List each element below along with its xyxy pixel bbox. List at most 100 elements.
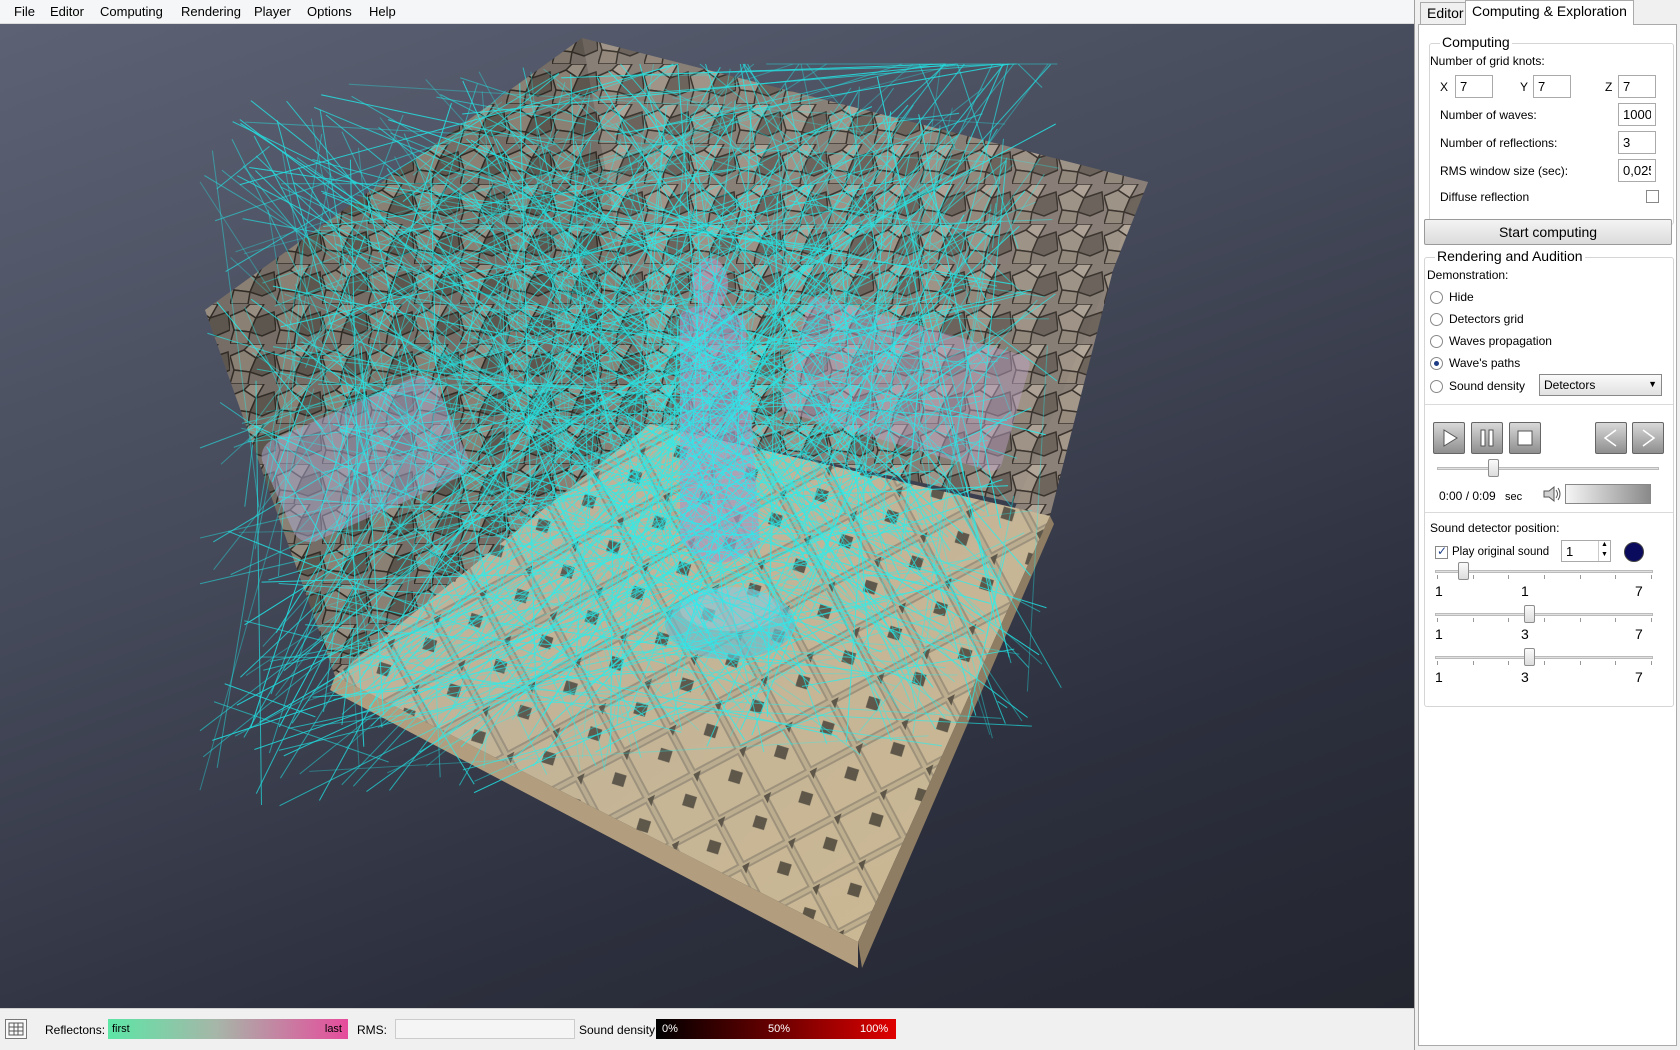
radio-hide[interactable]: [1430, 291, 1443, 304]
previous-icon: [1603, 429, 1617, 447]
radio-waves-paths[interactable]: [1430, 357, 1443, 370]
detector-spin-value: 1: [1566, 544, 1574, 559]
detector-position-label: Sound detector position:: [1430, 521, 1560, 535]
tab-computing-exploration[interactable]: Computing & Exploration: [1465, 0, 1634, 25]
z-label: Z: [1605, 80, 1613, 94]
waves-label: Number of waves:: [1440, 108, 1537, 122]
x-label: X: [1440, 80, 1449, 94]
z-knots-input[interactable]: [1618, 75, 1656, 98]
detector-spinbox[interactable]: 1 ▲ ▼: [1561, 540, 1611, 562]
density-tick-0: 0%: [662, 1023, 678, 1035]
slider-max-label: 7: [1635, 583, 1643, 599]
scene-viewport[interactable]: [0, 24, 1414, 1008]
sound-density-select[interactable]: Detectors: [1539, 374, 1662, 396]
rms-window-label: RMS window size (sec):: [1440, 164, 1569, 178]
status-bar: Reflectons: first last RMS: Sound densit…: [0, 1008, 1414, 1050]
playback-track[interactable]: [1437, 467, 1659, 470]
play-original-checkbox[interactable]: [1435, 544, 1448, 559]
option-waves-propagation-label: Waves propagation: [1449, 334, 1552, 348]
grid-view-icon[interactable]: [5, 1019, 27, 1039]
slider-tick: [1615, 661, 1617, 665]
side-panel: Editor Computing & Exploration Computing…: [1414, 0, 1680, 1050]
axis-slider-track-2[interactable]: [1435, 613, 1653, 616]
axis-slider-thumb-2[interactable]: [1523, 605, 1535, 623]
menu-bar: File Editor Computing Rendering Player O…: [0, 0, 1414, 24]
radio-sound-density[interactable]: [1430, 380, 1443, 393]
spin-down-icon[interactable]: ▼: [1598, 551, 1610, 561]
play-original-label: Play original sound: [1452, 546, 1550, 558]
slider-tick: [1437, 618, 1438, 622]
slider-tick: [1544, 618, 1545, 622]
slider-tick: [1508, 575, 1510, 579]
slider-tick: [1579, 575, 1581, 579]
slider-min-label: 1: [1435, 669, 1443, 685]
menu-file[interactable]: File: [14, 4, 35, 19]
demonstration-label: Demonstration:: [1427, 268, 1509, 282]
pause-button[interactable]: [1471, 422, 1503, 454]
slider-tick: [1472, 661, 1474, 665]
slider-tick: [1579, 618, 1581, 622]
slider-min-label: 1: [1435, 626, 1443, 642]
slider-tick: [1615, 575, 1617, 579]
menu-computing[interactable]: Computing: [100, 4, 163, 19]
waves-input[interactable]: [1618, 103, 1656, 126]
y-knots-input[interactable]: [1533, 75, 1571, 98]
sound-density-select-value: Detectors: [1544, 378, 1596, 392]
menu-rendering[interactable]: Rendering: [181, 4, 241, 19]
slider-tick: [1544, 575, 1545, 579]
reflections-gradient: first last: [108, 1019, 348, 1039]
next-button[interactable]: [1632, 422, 1664, 454]
room-scene: [199, 38, 1148, 968]
x-knots-input[interactable]: [1455, 75, 1493, 98]
spin-up-icon[interactable]: ▲: [1598, 541, 1610, 551]
wave-path: [1017, 63, 1043, 88]
volume-bar[interactable]: [1565, 484, 1651, 504]
slider-tick: [1508, 661, 1510, 665]
slider-value-label: 3: [1521, 626, 1529, 642]
slider-tick: [1651, 618, 1652, 622]
stop-button[interactable]: [1509, 422, 1541, 454]
radio-detectors-grid[interactable]: [1430, 313, 1443, 326]
time-unit: sec: [1505, 491, 1523, 503]
slider-tick: [1508, 618, 1510, 622]
menu-help[interactable]: Help: [369, 4, 396, 19]
speaker-icon[interactable]: [1541, 484, 1563, 504]
detector-color-swatch[interactable]: [1624, 542, 1644, 562]
rms-window-input[interactable]: [1618, 159, 1656, 182]
slider-tick: [1472, 575, 1474, 579]
play-button[interactable]: [1433, 422, 1465, 454]
menu-options[interactable]: Options: [307, 4, 352, 19]
slider-max-label: 7: [1635, 626, 1643, 642]
wave-path: [250, 100, 357, 185]
slider-value-label: 3: [1521, 669, 1529, 685]
time-readout: 0:00 / 0:09: [1439, 489, 1496, 503]
rms-meter: [395, 1019, 575, 1039]
grid-knots-label: Number of grid knots:: [1430, 54, 1545, 68]
density-gradient: 0% 50% 100%: [656, 1019, 896, 1039]
axis-slider-track-3[interactable]: [1435, 656, 1653, 659]
radio-waves-propagation[interactable]: [1430, 335, 1443, 348]
slider-tick: [1472, 618, 1474, 622]
diffuse-label: Diffuse reflection: [1440, 190, 1530, 204]
option-detectors-grid-label: Detectors grid: [1449, 312, 1524, 326]
tab-content: Computing Number of grid knots: X Y Z Nu…: [1418, 24, 1677, 1046]
reflections-input[interactable]: [1618, 131, 1656, 154]
menu-player[interactable]: Player: [254, 4, 291, 19]
menu-editor[interactable]: Editor: [50, 4, 84, 19]
start-computing-button[interactable]: Start computing: [1424, 219, 1672, 245]
slider-tick: [1437, 661, 1438, 665]
playback-thumb[interactable]: [1487, 459, 1499, 477]
wave-path: [216, 145, 270, 190]
previous-button[interactable]: [1595, 422, 1627, 454]
axis-slider-thumb-3[interactable]: [1523, 648, 1535, 666]
slider-tick: [1437, 575, 1438, 579]
computing-group: Computing Number of grid knots: X Y Z Nu…: [1429, 34, 1674, 225]
axis-slider-thumb-1[interactable]: [1458, 562, 1470, 580]
tab-editor[interactable]: Editor: [1420, 2, 1471, 24]
option-sound-density-label: Sound density: [1449, 379, 1526, 393]
diffuse-checkbox[interactable]: [1646, 190, 1659, 203]
slider-tick: [1615, 618, 1617, 622]
slider-max-label: 7: [1635, 669, 1643, 685]
density-tick-100: 100%: [860, 1023, 889, 1035]
computing-title: Computing: [1440, 34, 1512, 50]
